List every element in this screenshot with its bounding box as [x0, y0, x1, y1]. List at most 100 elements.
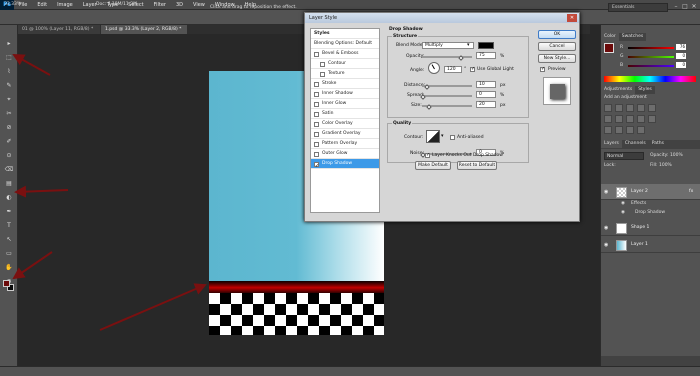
- slider-b-track[interactable]: [628, 65, 674, 67]
- style-drop-shadow[interactable]: Drop Shadow: [311, 159, 379, 171]
- contour-preview-icon[interactable]: [426, 130, 440, 143]
- levels-icon[interactable]: [615, 104, 623, 112]
- layer-opacity-value[interactable]: 100%: [670, 153, 683, 158]
- cancel-button[interactable]: Cancel: [538, 42, 576, 51]
- black-white-icon[interactable]: [626, 115, 634, 123]
- make-default-button[interactable]: Make Default: [415, 161, 451, 170]
- dialog-title[interactable]: Layer Style: [305, 13, 579, 23]
- slider-b[interactable]: B 0: [620, 62, 686, 68]
- style-checkbox[interactable]: [320, 71, 325, 77]
- style-stroke[interactable]: Stroke: [311, 79, 379, 89]
- styles-header[interactable]: Styles: [311, 29, 379, 39]
- style-inner-glow[interactable]: Inner Glow: [311, 99, 379, 109]
- style-checkbox[interactable]: [314, 101, 319, 107]
- slider-b-value[interactable]: 0: [676, 62, 686, 68]
- reset-to-default-button[interactable]: Reset to Default: [457, 161, 497, 170]
- tab-paths[interactable]: Paths: [648, 140, 667, 148]
- hue-sat-icon[interactable]: [604, 115, 612, 123]
- zoom-level[interactable]: 33.33%: [4, 2, 21, 7]
- size-input[interactable]: 20: [476, 101, 496, 108]
- preview-checkbox[interactable]: [540, 66, 545, 72]
- color-spectrum-bar[interactable]: [604, 76, 696, 82]
- gradient-map-icon[interactable]: [637, 126, 645, 134]
- color-balance-icon[interactable]: [615, 115, 623, 123]
- layer-row-shape-1[interactable]: ◉ Shape 1: [601, 220, 700, 236]
- visibility-eye-icon[interactable]: ◉: [604, 189, 608, 195]
- style-inner-shadow[interactable]: Inner Shadow: [311, 89, 379, 99]
- layer-row-layer-2[interactable]: ◉ Layer 2 fx: [601, 184, 700, 200]
- layer-row-layer-1[interactable]: ◉ Layer 1: [601, 237, 700, 253]
- invert-icon[interactable]: [604, 126, 612, 134]
- slider-r-value[interactable]: 76: [676, 44, 686, 50]
- tab-layers[interactable]: Layers: [601, 140, 622, 148]
- style-texture[interactable]: Texture: [311, 69, 379, 79]
- style-pattern-overlay[interactable]: Pattern Overlay: [311, 139, 379, 149]
- slider-g[interactable]: G 0: [620, 53, 686, 59]
- color-panel-fg-swatch[interactable]: [604, 43, 614, 53]
- visibility-eye-icon[interactable]: ◉: [621, 201, 625, 206]
- style-checkbox[interactable]: [314, 91, 319, 97]
- visibility-eye-icon[interactable]: ◉: [604, 242, 608, 248]
- vibrance-icon[interactable]: [648, 104, 656, 112]
- opacity-input[interactable]: 75: [476, 52, 496, 59]
- spread-input[interactable]: 0: [476, 91, 496, 98]
- layer-name[interactable]: Shape 1: [631, 225, 649, 230]
- style-outer-glow[interactable]: Outer Glow: [311, 149, 379, 159]
- posterize-icon[interactable]: [615, 126, 623, 134]
- style-checkbox[interactable]: [314, 81, 319, 87]
- angle-dial-icon[interactable]: [428, 62, 440, 74]
- layer-knocks-out-checkbox[interactable]: [425, 152, 430, 158]
- angle-input[interactable]: 120: [444, 66, 462, 73]
- channel-mixer-icon[interactable]: [648, 115, 656, 123]
- dialog-close-icon[interactable]: ✕: [567, 14, 577, 22]
- style-color-overlay[interactable]: Color Overlay: [311, 119, 379, 129]
- anti-aliased-checkbox[interactable]: [450, 135, 455, 140]
- new-style-button[interactable]: New Style...: [538, 54, 576, 63]
- layer-name[interactable]: Layer 2: [631, 189, 648, 194]
- layer-opacity[interactable]: Opacity: 100%: [650, 153, 683, 158]
- layer-fill-value[interactable]: 100%: [659, 163, 672, 168]
- slider-g-value[interactable]: 0: [676, 53, 686, 59]
- slider-r[interactable]: R 76: [620, 44, 686, 50]
- threshold-icon[interactable]: [626, 126, 634, 134]
- use-global-light-checkbox[interactable]: [470, 66, 475, 72]
- style-checkbox[interactable]: [314, 111, 319, 117]
- visibility-eye-icon[interactable]: ◉: [621, 210, 625, 215]
- fx-icon[interactable]: fx: [689, 189, 693, 194]
- photo-filter-icon[interactable]: [637, 115, 645, 123]
- style-contour[interactable]: Contour: [311, 59, 379, 69]
- style-checkbox[interactable]: [314, 151, 319, 157]
- style-checkbox[interactable]: [320, 61, 325, 67]
- shadow-color-swatch[interactable]: [478, 42, 494, 49]
- layer-effects-row[interactable]: ◉ Effects: [601, 201, 700, 210]
- ok-button[interactable]: OK: [538, 30, 576, 39]
- style-checkbox[interactable]: [314, 51, 319, 57]
- style-gradient-overlay[interactable]: Gradient Overlay: [311, 129, 379, 139]
- style-bevel-emboss[interactable]: Bevel & Emboss: [311, 49, 379, 59]
- layer-effect-drop-shadow[interactable]: ◉ Drop Shadow: [601, 210, 700, 219]
- tab-color[interactable]: Color: [601, 33, 619, 41]
- tab-adjustments[interactable]: Adjustments: [601, 86, 636, 94]
- tab-swatches[interactable]: Swatches: [618, 33, 647, 41]
- slider-r-track[interactable]: [628, 47, 674, 49]
- brightness-icon[interactable]: [604, 104, 612, 112]
- exposure-icon[interactable]: [637, 104, 645, 112]
- style-checkbox[interactable]: [314, 131, 319, 137]
- opacity-slider-track[interactable]: [422, 56, 472, 58]
- slider-g-track[interactable]: [628, 56, 674, 58]
- curves-icon[interactable]: [626, 104, 634, 112]
- spread-slider-track[interactable]: [422, 95, 472, 97]
- tab-channels[interactable]: Channels: [621, 140, 649, 148]
- style-checkbox[interactable]: [314, 161, 319, 171]
- style-checkbox[interactable]: [314, 141, 319, 147]
- layer-name[interactable]: Layer 1: [631, 242, 648, 247]
- chevron-down-icon[interactable]: ▾: [441, 133, 444, 139]
- layer-blend-mode-select[interactable]: Normal: [604, 152, 644, 160]
- style-satin[interactable]: Satin: [311, 109, 379, 119]
- visibility-eye-icon[interactable]: ◉: [604, 225, 608, 231]
- style-checkbox[interactable]: [314, 121, 319, 127]
- style-blending-options[interactable]: Blending Options: Default: [311, 39, 379, 49]
- tab-styles[interactable]: Styles: [635, 86, 655, 94]
- layer-fill[interactable]: Fill: 100%: [650, 163, 672, 168]
- distance-input[interactable]: 10: [476, 81, 496, 88]
